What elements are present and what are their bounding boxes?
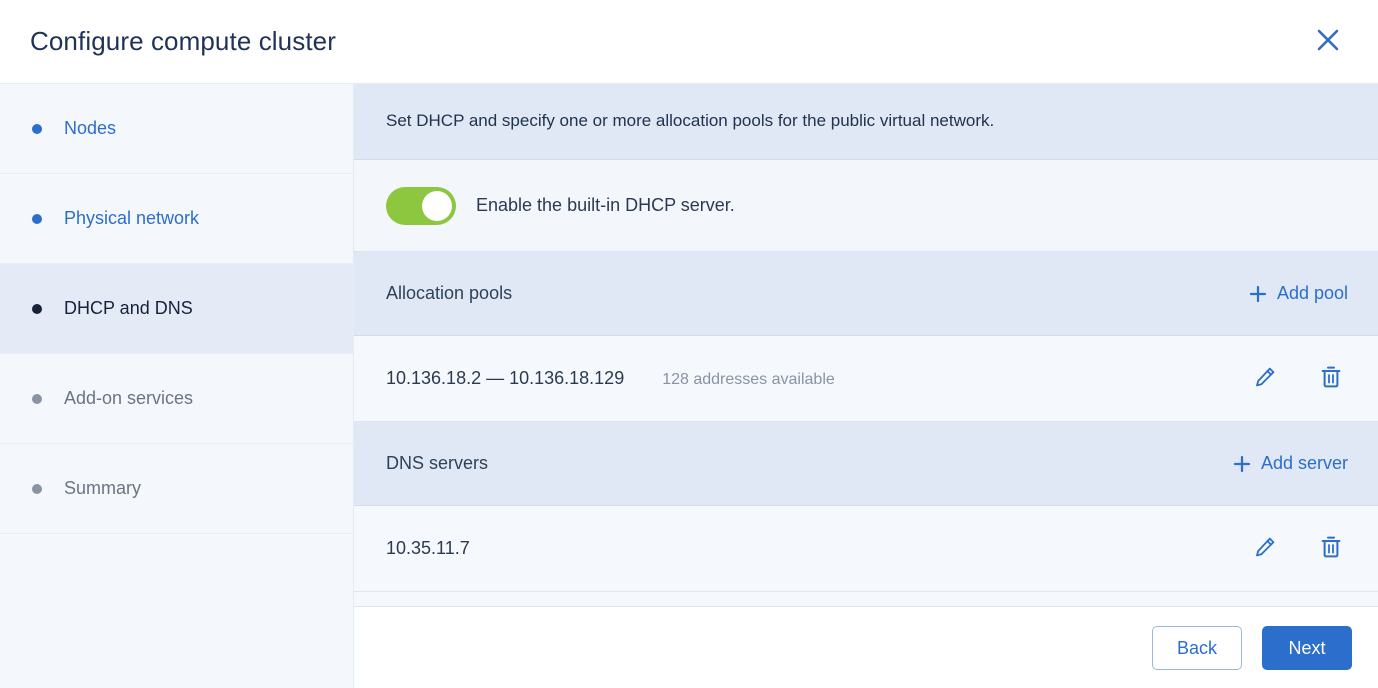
pencil-icon (1253, 535, 1277, 562)
dns-server-row: 10.35.11.7 (354, 506, 1378, 592)
dhcp-enable-toggle[interactable] (386, 186, 456, 225)
trash-icon (1319, 365, 1343, 392)
plus-icon (1249, 285, 1267, 303)
dialog-body: Nodes Physical network DHCP and DNS Add-… (0, 84, 1378, 688)
add-pool-label: Add pool (1276, 283, 1348, 303)
step-dot-icon (32, 213, 42, 224)
row-actions (1250, 534, 1352, 564)
dns-server-address: 10.35.11.7 (386, 538, 470, 558)
add-pool-button[interactable]: Add pool (1247, 279, 1350, 308)
delete-dns-server-button[interactable] (1316, 534, 1346, 564)
allocation-pool-row: 10.136.18.2 — 10.136.18.129 128 addresse… (354, 336, 1378, 422)
sidebar-item-label: Nodes (64, 117, 117, 138)
main-panel: Set DHCP and specify one or more allocat… (354, 84, 1378, 688)
allocation-pool-range: 10.136.18.2 — 10.136.18.129 (386, 368, 625, 388)
section-title: DNS servers (386, 453, 489, 473)
allocation-pools-header: Allocation pools Add pool (354, 252, 1378, 336)
sidebar-item-label: DHCP and DNS (64, 297, 193, 318)
sidebar-item-physical-network[interactable]: Physical network (0, 174, 353, 264)
edit-dns-server-button[interactable] (1250, 534, 1280, 564)
close-icon (1315, 27, 1341, 56)
section-title: Allocation pools (386, 283, 513, 303)
allocation-pool-availability: 128 addresses available (662, 371, 835, 388)
sidebar-filler (0, 534, 353, 688)
dns-server-info: 10.35.11.7 (386, 538, 1250, 559)
sidebar-item-nodes[interactable]: Nodes (0, 84, 353, 174)
allocation-pool-info: 10.136.18.2 — 10.136.18.129 128 addresse… (386, 368, 1250, 389)
content-spacer (354, 592, 1378, 606)
instruction-banner: Set DHCP and specify one or more allocat… (354, 84, 1378, 160)
page-title: Configure compute cluster (30, 25, 336, 56)
instruction-text: Set DHCP and specify one or more allocat… (386, 111, 995, 131)
trash-icon (1319, 535, 1343, 562)
sidebar-item-label: Summary (64, 477, 142, 498)
step-dot-icon (32, 483, 42, 494)
add-server-label: Add server (1260, 453, 1348, 473)
dialog-header: Configure compute cluster (0, 0, 1378, 84)
dns-servers-header: DNS servers Add server (354, 422, 1378, 506)
sidebar-item-dhcp-and-dns[interactable]: DHCP and DNS (0, 264, 353, 354)
plus-icon (1233, 455, 1251, 473)
configure-compute-cluster-dialog: Configure compute cluster Nodes Physical… (0, 0, 1378, 688)
edit-allocation-pool-button[interactable] (1250, 364, 1280, 394)
next-button[interactable]: Next (1262, 625, 1352, 670)
close-button[interactable] (1306, 20, 1350, 64)
sidebar-item-label: Physical network (64, 207, 200, 228)
step-dot-icon (32, 393, 42, 404)
pencil-icon (1253, 365, 1277, 392)
toggle-knob (422, 190, 452, 221)
sidebar-item-add-on-services[interactable]: Add-on services (0, 354, 353, 444)
dhcp-toggle-row: Enable the built-in DHCP server. (354, 160, 1378, 252)
row-actions (1250, 364, 1352, 394)
step-dot-icon (32, 303, 42, 314)
sidebar-item-label: Add-on services (64, 387, 194, 408)
dialog-footer: Back Next (354, 606, 1378, 688)
dhcp-toggle-label: Enable the built-in DHCP server. (476, 195, 735, 215)
wizard-steps-sidebar: Nodes Physical network DHCP and DNS Add-… (0, 84, 354, 688)
delete-allocation-pool-button[interactable] (1316, 364, 1346, 394)
sidebar-item-summary[interactable]: Summary (0, 444, 353, 534)
back-button[interactable]: Back (1152, 625, 1242, 670)
step-dot-icon (32, 123, 42, 134)
add-server-button[interactable]: Add server (1231, 449, 1350, 478)
